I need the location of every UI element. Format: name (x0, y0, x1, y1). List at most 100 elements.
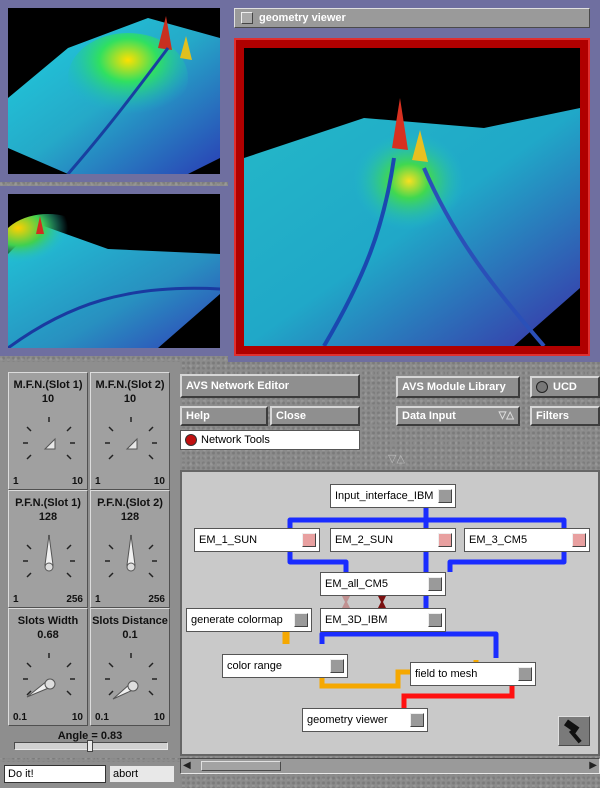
surface-plot-image-bottom (8, 214, 220, 348)
dial-min: 1 (95, 594, 101, 605)
angle-slider-track[interactable] (14, 740, 168, 752)
viewer-titlebar[interactable]: geometry viewer (234, 8, 590, 28)
dial-value: 10 (123, 393, 137, 405)
main-surface-plot-image (244, 98, 580, 346)
render-panel-top (0, 0, 228, 182)
abort-button[interactable]: abort (110, 766, 174, 782)
dial-value: 128 (38, 511, 58, 523)
dial-title: P.F.N.(Slot 2) (97, 497, 163, 509)
command-bar: abort (0, 762, 180, 788)
dropdown-arrows-icon: ▽△ (498, 410, 514, 421)
module-label: geometry viewer (307, 714, 388, 726)
module-label: EM_3_CM5 (469, 534, 528, 546)
dial-gauge[interactable] (101, 531, 161, 591)
module-color-range[interactable]: color range (222, 654, 348, 678)
data-input-label: Data Input (402, 410, 456, 422)
dial-value: 0.68 (37, 629, 59, 641)
network-tools-label: Network Tools (201, 434, 270, 446)
surface-render-bottom (8, 194, 220, 348)
dial-gauge[interactable] (19, 413, 79, 473)
module-label: Input_interface_IBM (335, 490, 434, 502)
module-menu-button[interactable] (518, 667, 532, 681)
dial-value: 128 (120, 511, 140, 523)
network-horizontal-scrollbar[interactable]: ◀ ▶ (180, 758, 600, 774)
dial-max: 10 (71, 712, 83, 723)
dial-title: Slots Width (17, 615, 79, 627)
module-menu-button[interactable] (410, 713, 424, 727)
dial-min: 1 (95, 476, 101, 487)
viewer-border (234, 38, 590, 356)
dial-gauge[interactable] (101, 413, 161, 473)
dial-value: 10 (41, 393, 55, 405)
module-menu-button[interactable] (294, 613, 308, 627)
viewer-window-button[interactable] (241, 12, 253, 24)
dial-title: Slots Distance (92, 615, 168, 627)
network-canvas[interactable]: Input_interface_IBM EM_1_SUN EM_2_SUN EM… (180, 470, 600, 756)
dial-max: 10 (153, 476, 165, 487)
scrollbar-thumb[interactable] (201, 761, 281, 771)
module-menu-button[interactable] (438, 489, 452, 503)
scroll-left-icon[interactable]: ◀ (183, 760, 191, 771)
dial-max: 10 (71, 476, 83, 487)
dial-slots-distance[interactable]: Slots Distance 0.1 0.1 10 (90, 608, 170, 726)
dial-panel: M.F.N.(Slot 1) 10 1 10 M.F.N.(Slot 2) 10… (0, 362, 180, 730)
filters-button[interactable]: Filters (530, 406, 600, 426)
module-label: field to mesh (415, 668, 478, 680)
module-menu-button[interactable] (330, 659, 344, 673)
module-em-all-cm5[interactable]: EM_all_CM5 (320, 572, 446, 596)
scroll-right-icon[interactable]: ▶ (589, 760, 597, 771)
dial-mfn-slot2[interactable]: M.F.N.(Slot 2) 10 1 10 (90, 372, 170, 490)
module-em2-sun[interactable]: EM_2_SUN (330, 528, 456, 552)
dial-max: 256 (148, 594, 165, 605)
module-generate-colormap[interactable]: generate colormap (186, 608, 312, 632)
module-label: EM_3D_IBM (325, 614, 388, 626)
dial-min: 0.1 (13, 712, 27, 723)
module-em3-cm5[interactable]: EM_3_CM5 (464, 528, 590, 552)
dial-slots-width[interactable]: Slots Width 0.68 0.1 10 (8, 608, 88, 726)
module-menu-button[interactable] (428, 577, 442, 591)
dial-min: 1 (13, 476, 19, 487)
module-em-3d-ibm[interactable]: EM_3D_IBM (320, 608, 446, 632)
dial-title: P.F.N.(Slot 1) (15, 497, 81, 509)
module-geometry-viewer[interactable]: geometry viewer (302, 708, 428, 732)
dial-title: M.F.N.(Slot 1) (13, 379, 83, 391)
hammer-tool-button[interactable] (558, 716, 590, 746)
dial-gauge[interactable] (19, 531, 79, 591)
viewer-title: geometry viewer (259, 12, 346, 24)
module-label: generate colormap (191, 614, 283, 626)
module-input-interface[interactable]: Input_interface_IBM (330, 484, 456, 508)
module-em1-sun[interactable]: EM_1_SUN (194, 528, 320, 552)
module-menu-button[interactable] (438, 533, 452, 547)
dial-gauge[interactable] (101, 649, 161, 709)
command-input[interactable] (4, 765, 106, 783)
dial-pfn-slot2[interactable]: P.F.N.(Slot 2) 128 1 256 (90, 490, 170, 608)
module-field-to-mesh[interactable]: field to mesh (410, 662, 536, 686)
geometry-viewer-window: geometry viewer (228, 0, 600, 362)
network-tools-selector[interactable]: Network Tools (180, 430, 360, 450)
angle-slider-panel: Angle = 0.83 (0, 730, 180, 758)
module-label: EM_1_SUN (199, 534, 258, 546)
dial-mfn-slot1[interactable]: M.F.N.(Slot 1) 10 1 10 (8, 372, 88, 490)
panel-resize-arrows-icon[interactable]: ▽△ (388, 452, 405, 465)
dial-pfn-slot1[interactable]: P.F.N.(Slot 1) 128 1 256 (8, 490, 88, 608)
network-editor-title[interactable]: AVS Network Editor (180, 374, 360, 398)
close-button[interactable]: Close (270, 406, 360, 426)
render-panel-bottom (0, 186, 228, 356)
help-button[interactable]: Help (180, 406, 268, 426)
hammer-icon (563, 719, 582, 744)
module-library-title[interactable]: AVS Module Library (396, 376, 520, 398)
module-menu-button[interactable] (428, 613, 442, 627)
module-label: color range (227, 660, 283, 672)
angle-slider-thumb[interactable] (87, 740, 93, 752)
dial-value: 0.1 (122, 629, 138, 641)
dial-max: 10 (153, 712, 165, 723)
radio-indicator-icon (185, 434, 197, 446)
ucd-toggle[interactable]: UCD (530, 376, 600, 398)
data-input-dropdown[interactable]: Data Input ▽△ (396, 406, 520, 426)
module-menu-button[interactable] (302, 533, 316, 547)
module-menu-button[interactable] (572, 533, 586, 547)
dial-gauge[interactable] (19, 649, 79, 709)
viewer-canvas[interactable] (244, 48, 580, 346)
module-label: EM_all_CM5 (325, 578, 388, 590)
avs-desktop: { "viewer": { "title": "geometry viewer"… (0, 0, 600, 788)
